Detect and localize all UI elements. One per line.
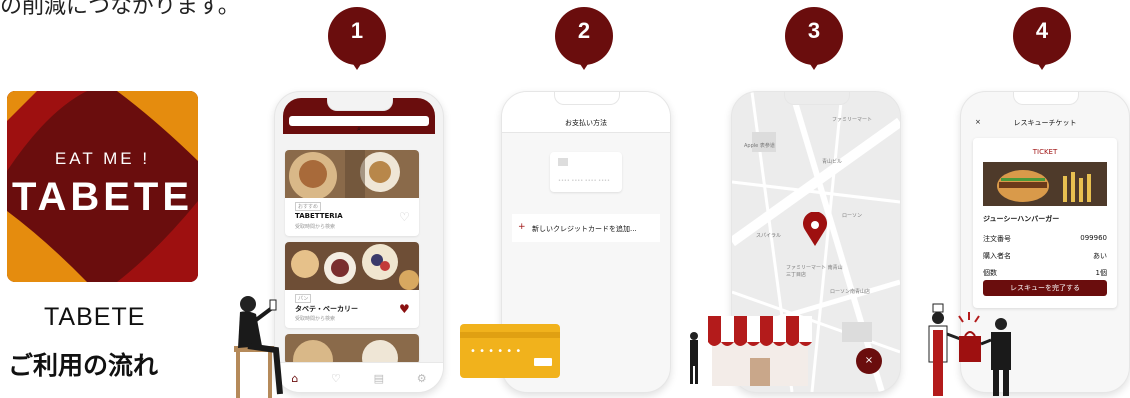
page-title: お支払い方法 [565,119,607,127]
search-input[interactable]: ⌕ [289,116,429,133]
heart-icon[interactable]: ♡ [331,372,341,385]
step-number: 3 [807,18,821,43]
card-chip-icon [558,158,568,166]
phone-notch [1013,92,1079,105]
map-label: スパイラル [756,233,782,239]
row-label: 購入者名 [983,252,1011,260]
bottom-tab-bar: ⌂ ♡ ▤ ⚙ [275,362,443,392]
person-sitting-illustration [234,296,283,398]
phone-store-list: ⌕ おすすめ TABETTERIA 受取時間から検索 ♡ パン タベテ・ベーカリ… [274,91,444,393]
map-label: ローソン南青山店 [830,289,871,295]
food-photo [285,242,419,290]
add-card-label: 新しいクレジットカードを追加... [532,225,637,233]
item-name: ジューシーハンバーガー [983,215,1060,223]
row-value: 099960 [1080,234,1107,242]
step-marker-1: 1 [325,6,389,70]
store-card[interactable]: パン タベテ・ベーカリー 受取時間から検索 ♥ [285,242,419,328]
caption-title: TABETE [44,303,146,331]
row-value: あい [1093,252,1107,260]
svg-text:• • • • • •: • • • • • • [470,346,521,357]
page-title: レスキューチケット [1013,119,1077,127]
store-name: TABETTERIA [295,212,343,220]
plus-icon: + [518,222,526,232]
card-number: •••• •••• •••• •••• [558,178,610,184]
gear-icon[interactable]: ⚙ [417,372,427,385]
phone-notch [554,92,620,105]
step-number: 4 [1035,18,1049,43]
food-photo [983,162,1107,206]
phone-notch [784,92,850,105]
ticket-row: 注文番号 099960 [983,234,1107,244]
credit-card-illustration: • • • • • • [460,324,560,378]
close-map-button[interactable]: × [856,348,882,374]
map-label: Apple 表参道 [744,143,775,149]
store-subtext: 受取時間から検索 [295,224,336,230]
row-label: 個数 [983,269,997,277]
top-text: の削減につながります。 [0,0,240,19]
step-marker-3: 3 [782,6,846,70]
caption-subtitle: ご利用の流れ [8,351,159,380]
logo-brand: TABETE [11,175,194,219]
food-photo [285,150,419,198]
store-subtext: 受取時間から検索 [295,316,336,322]
logo-eyebrow: EAT ME ! [54,149,151,168]
row-label: 注文番号 [983,235,1011,243]
food-photo [285,334,419,364]
phone-notch [327,98,393,111]
favorite-heart-icon[interactable]: ♡ [399,210,410,224]
favorite-heart-filled-icon[interactable]: ♥ [399,302,410,316]
row-value: 1個 [1095,269,1107,277]
close-icon: × [864,355,874,366]
ticket-card: TICKET ジューシーハンバーガー 注文番号 099960 購入者名 あい 個… [973,138,1117,308]
store-tag: パン [295,294,312,303]
shop-illustration [690,316,812,386]
complete-rescue-button[interactable]: レスキューを完了する [983,280,1107,296]
handover-illustration [928,303,1011,396]
step-marker-4: 4 [1010,6,1074,70]
ticket-row: 購入者名 あい [983,251,1107,261]
map-label: ファミリーマート 南青山三丁目店 [786,265,843,278]
step-marker-2: 2 [552,6,616,70]
step-number: 2 [577,18,591,43]
ticket-icon[interactable]: ▤ [374,372,384,385]
map-label: 青山ビル [822,159,843,165]
credit-card-placeholder: •••• •••• •••• •••• [550,152,622,192]
tabete-logo: EAT ME ! TABETE [7,91,198,282]
map-label: ファミリーマート [832,117,873,123]
store-card[interactable]: おすすめ TABETTERIA 受取時間から検索 ♡ [285,150,419,236]
store-name: タベテ・ベーカリー [295,305,358,313]
store-tag: おすすめ [295,202,322,211]
ticket-row: 個数 1個 [983,268,1107,278]
search-icon: ⌕ [357,125,361,133]
store-card[interactable] [285,334,419,364]
map-label: ローソン [842,213,863,219]
location-pin-icon[interactable] [802,211,828,246]
add-card-button[interactable]: + 新しいクレジットカードを追加... [512,214,660,242]
step-number: 1 [350,18,364,43]
ticket-label: TICKET [1032,148,1058,156]
